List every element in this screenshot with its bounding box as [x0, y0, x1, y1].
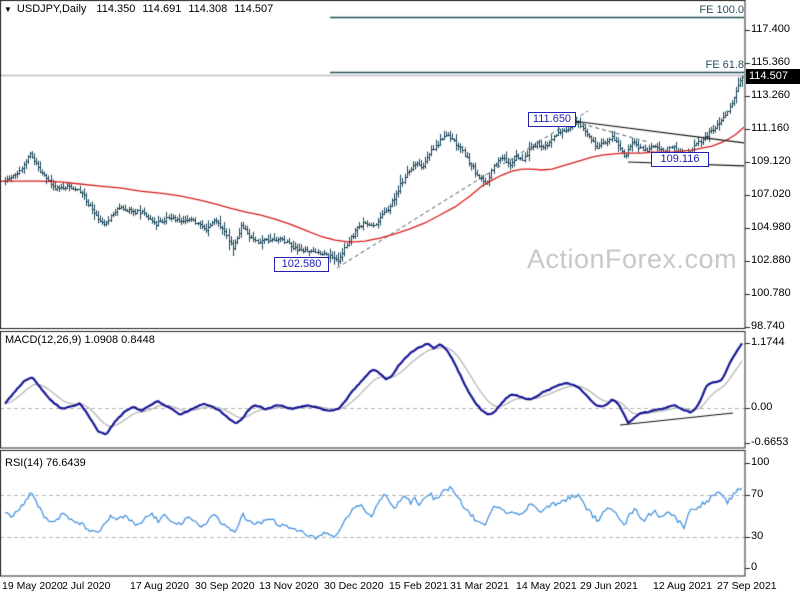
rsi-axis-tick-label: 0: [751, 561, 757, 573]
price-axis-tick-label: 100.780: [751, 287, 791, 299]
rsi-indicator-label: RSI(14) 76.6439: [5, 457, 86, 469]
macd-axis-tick-label: 1.1744: [751, 336, 785, 348]
chart-title: ▼ USDJPY,Daily 114.350 114.691 114.308 1…: [4, 3, 280, 15]
price-axis-tick-label: 109.120: [751, 155, 791, 167]
price-axis-tick-label: 113.260: [751, 89, 790, 101]
x-axis-date-label: 29 Jun 2021: [580, 580, 638, 592]
x-axis-date-label: 2 Jul 2020: [62, 580, 110, 592]
x-axis-date-label: 30 Dec 2020: [324, 580, 384, 592]
x-axis-date-label: 13 Nov 2020: [259, 580, 319, 592]
price-level-annotation: 102.580: [274, 257, 329, 272]
x-axis-date-label: 17 Aug 2020: [130, 580, 189, 592]
current-price-tag: 114.507: [746, 69, 800, 84]
rsi-axis-tick-label: 70: [751, 488, 763, 500]
symbol-timeframe-label: USDJPY,Daily: [17, 3, 87, 15]
price-axis-tick-label: 115.360: [751, 56, 790, 68]
symbol-marker-icon: ▼: [4, 5, 12, 14]
price-axis-tick-label: 104.980: [751, 221, 791, 233]
price-axis-tick-label: 102.880: [751, 254, 791, 266]
ohlc-high-value: 114.691: [142, 3, 181, 15]
price-level-annotation: 111.650: [528, 112, 576, 127]
macd-indicator-label: MACD(12,26,9) 1.0908 0.8448: [5, 334, 155, 346]
macd-axis-tick-label: 0.00: [751, 401, 772, 413]
ohlc-low-value: 114.308: [188, 3, 227, 15]
macd-axis-tick-label: -0.6653: [751, 436, 788, 448]
x-axis-date-label: 19 May 2020: [2, 580, 63, 592]
x-axis-date-label: 31 Mar 2021: [450, 580, 509, 592]
watermark: ActionForex.com: [527, 244, 737, 275]
price-level-annotation: 109.116: [651, 152, 709, 167]
fib-extension-label: FE 100.0: [699, 4, 744, 16]
price-axis-tick-label: 107.020: [751, 188, 791, 200]
forex-chart-window: ▼ USDJPY,Daily 114.350 114.691 114.308 1…: [0, 0, 800, 600]
price-axis-tick-label: 98.740: [751, 320, 785, 332]
x-axis-date-label: 14 May 2021: [516, 580, 577, 592]
x-axis-date-label: 27 Sep 2021: [717, 580, 777, 592]
x-axis-date-label: 15 Feb 2021: [389, 580, 448, 592]
ohlc-open-value: 114.350: [96, 3, 135, 15]
price-axis-tick-label: 117.400: [751, 23, 790, 35]
ohlc-close-value: 114.507: [234, 3, 273, 15]
x-axis-date-label: 12 Aug 2021: [653, 580, 712, 592]
x-axis-date-label: 30 Sep 2020: [195, 580, 255, 592]
chart-canvas: [0, 0, 800, 600]
rsi-axis-tick-label: 100: [751, 456, 769, 468]
fib-extension-label: FE 61.8: [705, 59, 744, 71]
rsi-axis-tick-label: 30: [751, 530, 763, 542]
price-axis-tick-label: 111.160: [751, 122, 789, 134]
